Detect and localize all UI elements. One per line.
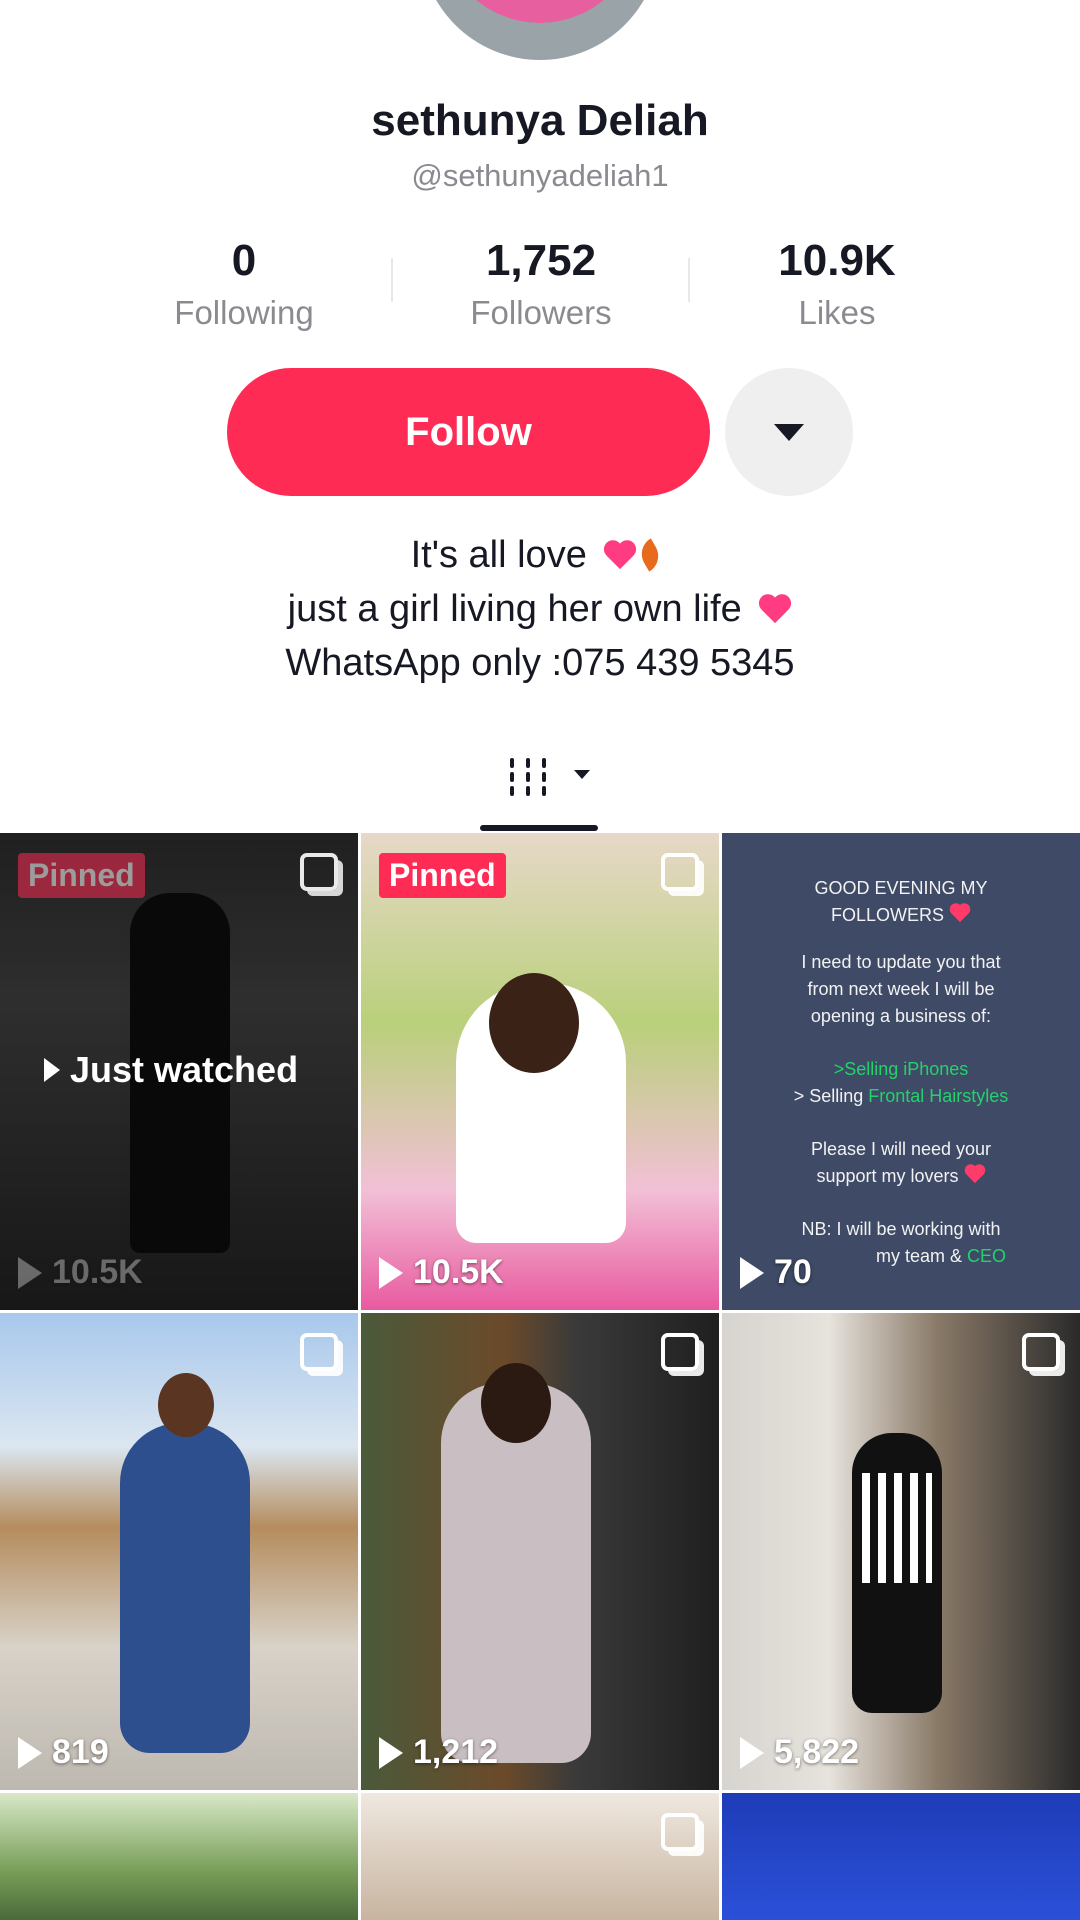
- video-tile[interactable]: 1,212: [361, 1313, 719, 1790]
- bio-line-1: It's all love: [0, 528, 1080, 582]
- thumbnail-figure: [862, 1473, 932, 1583]
- video-tile[interactable]: [0, 1793, 358, 1920]
- bio-line-2: just a girl living her own life: [0, 582, 1080, 636]
- post-text: opening a business of:: [810, 1006, 992, 1026]
- video-tile[interactable]: 5,822: [722, 1313, 1080, 1790]
- post-text: I need to update you that: [801, 952, 1001, 972]
- tab-caret-icon: [574, 770, 590, 779]
- likes-count: 10.9K: [778, 236, 896, 285]
- pinned-badge: Pinned: [18, 853, 145, 898]
- video-tile[interactable]: 819: [0, 1313, 358, 1790]
- view-count: 819: [18, 1733, 109, 1772]
- play-icon: [18, 1256, 42, 1289]
- thumbnail-figure: [158, 1373, 214, 1437]
- play-icon: [379, 1256, 403, 1289]
- followers-label: Followers: [470, 294, 612, 331]
- multi-photo-icon: [1022, 1333, 1060, 1371]
- follow-button[interactable]: Follow: [227, 368, 710, 496]
- play-icon: [379, 1736, 403, 1769]
- multi-photo-icon: [661, 853, 699, 891]
- heart-icon: [964, 1165, 986, 1185]
- bio-text: just a girl living her own life: [287, 588, 742, 630]
- pinned-badge: Pinned: [379, 853, 506, 898]
- view-count: 10.5K: [379, 1253, 504, 1292]
- heart-icon: [603, 541, 637, 571]
- grid-videos-icon[interactable]: [510, 748, 590, 798]
- active-tab-indicator: [480, 825, 598, 831]
- following-count: 0: [231, 236, 257, 285]
- play-icon: [44, 1058, 60, 1082]
- avatar-image: [420, 0, 660, 60]
- stat-followers[interactable]: 1,752 Followers: [421, 236, 661, 332]
- view-count: 1,212: [379, 1733, 498, 1772]
- profile-handle: @sethunyadeliah1: [411, 158, 669, 193]
- multi-photo-icon: [300, 853, 338, 891]
- post-text: >Selling iPhones: [833, 1059, 969, 1079]
- profile-name: sethunya Deliah: [371, 96, 709, 145]
- stat-likes[interactable]: 10.9K Likes: [717, 236, 957, 332]
- multi-photo-icon: [300, 1333, 338, 1371]
- fallen-leaf-icon: [637, 537, 669, 573]
- caret-down-icon: [774, 423, 804, 441]
- view-count: 70: [740, 1253, 812, 1292]
- view-count: 5,822: [740, 1733, 859, 1772]
- heart-icon: [949, 904, 971, 924]
- thumbnail-figure: [489, 973, 579, 1073]
- post-text: from next week I will be: [807, 979, 995, 999]
- bio-line-3: WhatsApp only :075 439 5345: [0, 636, 1080, 690]
- post-text: Please I will need your: [810, 1139, 992, 1159]
- video-tile[interactable]: [361, 1793, 719, 1920]
- bio-text: It's all love: [410, 534, 587, 576]
- profile-tabs: [0, 738, 1080, 832]
- stat-divider: [391, 258, 393, 302]
- profile-bio: It's all love just a girl living her own…: [0, 528, 1080, 690]
- play-icon: [740, 1256, 764, 1289]
- play-icon: [18, 1736, 42, 1769]
- multi-photo-icon: [661, 1333, 699, 1371]
- stat-divider: [688, 258, 690, 302]
- post-text: GOOD EVENING MY: [814, 878, 988, 898]
- post-text: > Selling Frontal Hairstyles: [793, 1086, 1009, 1106]
- video-tile[interactable]: GOOD EVENING MY FOLLOWERS I need to upda…: [722, 833, 1080, 1310]
- announcement-post: GOOD EVENING MY FOLLOWERS I need to upda…: [722, 833, 1080, 1310]
- video-tile[interactable]: [722, 1793, 1080, 1920]
- view-count: 10.5K: [18, 1253, 143, 1292]
- thumbnail-figure: [481, 1363, 551, 1443]
- following-label: Following: [174, 294, 314, 331]
- video-tile[interactable]: Pinned 10.5K: [361, 833, 719, 1310]
- multi-photo-icon: [661, 1813, 699, 1851]
- suggested-accounts-button[interactable]: [725, 368, 853, 496]
- profile-stats: 0 Following 1,752 Followers 10.9K Likes: [0, 236, 1080, 336]
- play-icon: [740, 1736, 764, 1769]
- profile-avatar[interactable]: [420, 0, 660, 60]
- thumbnail-figure: [120, 1423, 250, 1753]
- just-watched-label: Just watched: [44, 1049, 298, 1091]
- heart-icon: [758, 595, 792, 625]
- followers-count: 1,752: [485, 236, 597, 285]
- post-text: support my lovers: [722, 1163, 1080, 1190]
- video-tile[interactable]: Pinned Just watched 10.5K: [0, 833, 358, 1310]
- likes-label: Likes: [798, 294, 876, 331]
- stat-following[interactable]: 0 Following: [124, 236, 364, 332]
- post-text: FOLLOWERS: [722, 902, 1080, 929]
- post-text: NB: I will be working with: [801, 1219, 1001, 1239]
- bio-text: WhatsApp only :075 439 5345: [285, 642, 795, 684]
